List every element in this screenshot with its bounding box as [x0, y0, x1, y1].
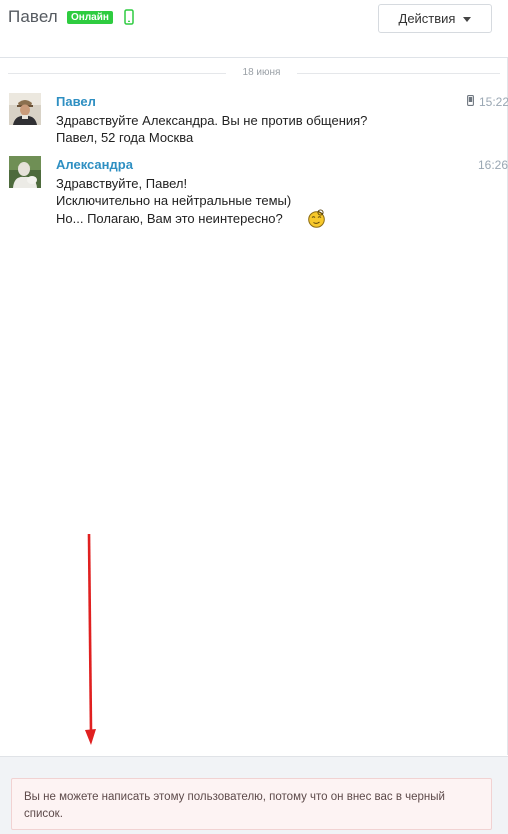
- caret-down-icon: [463, 16, 472, 22]
- actions-label: Действия: [398, 11, 456, 26]
- message-text: Здравствуйте Александра. Вы не против об…: [56, 113, 368, 128]
- sender-name[interactable]: Павел: [56, 94, 96, 109]
- annotation-arrow: [85, 533, 96, 745]
- sender-name[interactable]: Александра: [56, 157, 133, 172]
- mobile-phone-icon: [124, 9, 134, 25]
- date-label: 18 июня: [242, 67, 281, 78]
- mobile-phone-icon: [467, 95, 474, 106]
- message-text: Здравствуйте, Павел!: [56, 176, 188, 191]
- message-text: Но... Полагаю, Вам это неинтересно?: [56, 211, 283, 226]
- message-time: 16:26: [478, 158, 508, 172]
- thinking-smiley-icon: [308, 209, 325, 228]
- avatar[interactable]: [9, 93, 41, 125]
- message-text: Исключительно на нейтральные темы): [56, 193, 292, 208]
- message-text: Павел, 52 года Москва: [56, 130, 194, 145]
- date-divider: 18 июня: [8, 67, 500, 79]
- message-history[interactable]: 18 июня Павел 15:22 Здравствуйте Алексан…: [0, 58, 508, 755]
- blocked-notice: Вы не можете написать этому пользователю…: [11, 778, 492, 830]
- chat-header: Павел Онлайн Действия: [0, 0, 508, 58]
- online-status-badge: Онлайн: [67, 11, 113, 24]
- chat-page: Павел Онлайн Действия 18 июня Павел 15:2…: [0, 0, 508, 834]
- contact-name[interactable]: Павел: [8, 7, 58, 27]
- actions-dropdown-button[interactable]: Действия: [378, 4, 492, 33]
- message-input-area: Вы не можете написать этому пользователю…: [0, 756, 508, 834]
- message-time: 15:22: [479, 95, 508, 109]
- avatar[interactable]: [9, 156, 41, 188]
